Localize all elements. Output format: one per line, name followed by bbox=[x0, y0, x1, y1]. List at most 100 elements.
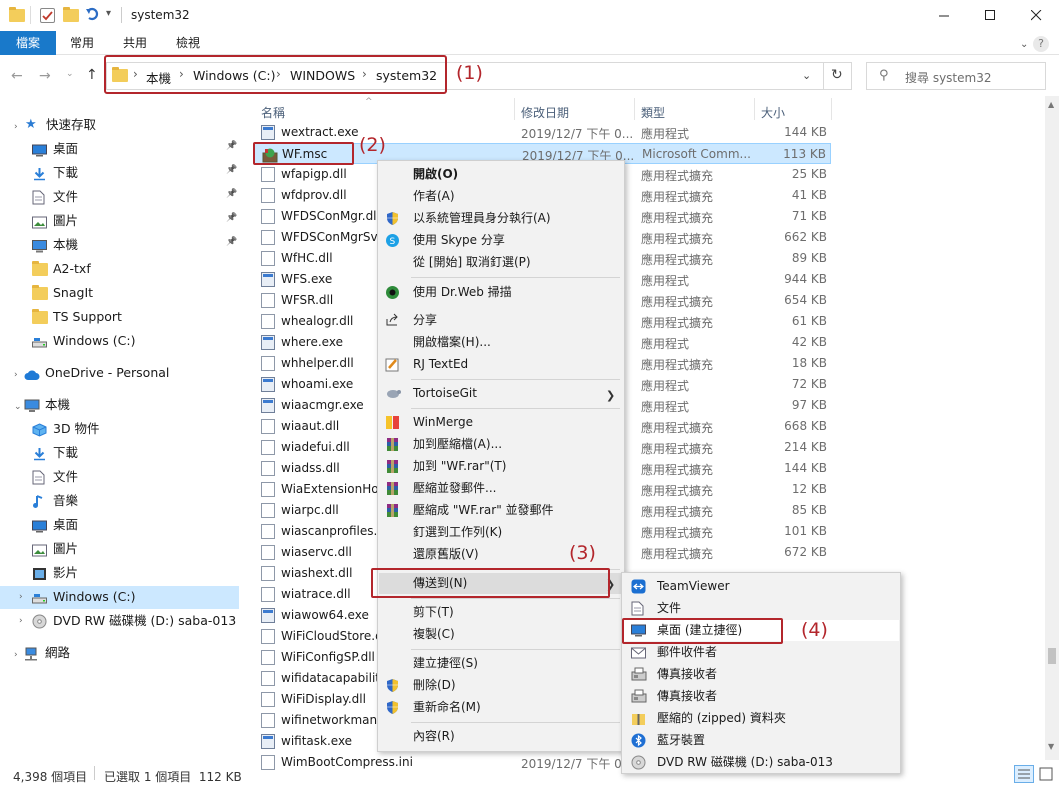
expand-chevron-icon[interactable]: ⌄ bbox=[14, 402, 22, 412]
large-icons-view-icon[interactable] bbox=[1039, 767, 1053, 781]
context-menu-item[interactable]: 從 [開始] 取消釘選(P) bbox=[379, 252, 623, 273]
scroll-up-icon[interactable]: ▲ bbox=[1048, 100, 1054, 109]
music-icon bbox=[32, 494, 47, 508]
maximize-button[interactable] bbox=[967, 0, 1013, 31]
fax-icon bbox=[631, 667, 647, 682]
annotation-box-4 bbox=[622, 618, 783, 644]
forward-icon[interactable]: → bbox=[39, 68, 51, 84]
recent-locations-icon[interactable]: ⌄ bbox=[66, 69, 74, 79]
properties-icon[interactable] bbox=[40, 8, 55, 23]
context-menu-item[interactable]: 內容(R) bbox=[379, 726, 623, 747]
refresh-icon[interactable]: ↻ bbox=[831, 67, 843, 83]
pin-icon[interactable]: 📌 bbox=[226, 237, 237, 247]
context-menu-item[interactable]: 剪下(T) bbox=[379, 602, 623, 623]
sendto-item[interactable]: 傳真接收者 bbox=[623, 686, 899, 707]
file-row[interactable]: wextract.exe 2019/12/7 下午 0... 應用程式 144 KB bbox=[254, 122, 831, 143]
dll-file-icon bbox=[261, 209, 275, 224]
network-icon bbox=[24, 646, 39, 661]
context-menu-item[interactable]: 刪除(D) bbox=[379, 675, 623, 696]
sendto-item[interactable]: 文件 bbox=[623, 598, 899, 619]
scroll-thumb[interactable] bbox=[1048, 648, 1056, 664]
file-type: 應用程式 bbox=[641, 379, 690, 393]
file-size: 113 KB bbox=[783, 147, 826, 161]
submenu-arrow-icon: ❯ bbox=[606, 389, 616, 402]
mail-icon bbox=[631, 645, 647, 660]
context-menu-item[interactable]: 壓縮成 "WF.rar" 並發郵件 bbox=[379, 500, 623, 521]
tortoisegit-icon bbox=[385, 386, 401, 401]
context-menu-item[interactable]: 加到 "WF.rar"(T) bbox=[379, 456, 623, 477]
undo-icon[interactable] bbox=[85, 6, 101, 25]
search-input[interactable]: ⚲ 搜尋 system32 bbox=[866, 62, 1046, 90]
file-size: 72 KB bbox=[791, 377, 827, 391]
ribbon-tabs: 檔案 常用 共用 檢視 ⌄ ? bbox=[0, 31, 1059, 55]
column-header-date[interactable]: 修改日期 bbox=[521, 104, 569, 121]
sendto-item[interactable]: 郵件收件者 bbox=[623, 642, 899, 663]
tab-home[interactable]: 常用 bbox=[58, 31, 106, 55]
sort-indicator-icon: ^ bbox=[365, 97, 373, 107]
dll-file-icon bbox=[261, 356, 275, 371]
pin-icon[interactable]: 📌 bbox=[226, 141, 237, 151]
file-size: 12 KB bbox=[791, 482, 827, 496]
close-button[interactable] bbox=[1013, 0, 1059, 31]
tab-share[interactable]: 共用 bbox=[111, 31, 159, 55]
file-name: WiFiConfigSP.dll bbox=[281, 650, 375, 664]
sendto-item[interactable]: DVD RW 磁碟機 (D:) saba-013 bbox=[623, 752, 899, 773]
context-menu-item[interactable]: 分享 bbox=[379, 310, 623, 331]
context-menu-item[interactable]: 重新命名(M) bbox=[379, 697, 623, 718]
sendto-item[interactable]: 藍牙裝置 bbox=[623, 730, 899, 751]
sendto-item[interactable]: 壓縮的 (zipped) 資料夾 bbox=[623, 708, 899, 729]
expand-chevron-icon[interactable]: › bbox=[14, 370, 18, 380]
context-menu-item[interactable]: S 使用 Skype 分享 bbox=[379, 230, 623, 251]
file-name: WFS.exe bbox=[281, 272, 333, 286]
file-name: wfdprov.dll bbox=[281, 188, 347, 202]
context-menu-item[interactable]: 開啟檔案(H)... bbox=[379, 332, 623, 353]
expand-ribbon-icon[interactable]: ⌄ bbox=[1020, 39, 1028, 50]
expand-chevron-icon[interactable]: › bbox=[19, 592, 23, 602]
context-menu-item[interactable]: 複製(C) bbox=[379, 624, 623, 645]
file-size: 61 KB bbox=[791, 314, 827, 328]
pin-icon[interactable]: 📌 bbox=[226, 165, 237, 175]
file-type: 應用程式擴充 bbox=[641, 463, 714, 477]
context-menu-item[interactable]: 釘選到工作列(K) bbox=[379, 522, 623, 543]
context-menu-item[interactable]: RJ TextEd bbox=[379, 354, 623, 375]
context-menu-item[interactable]: 使用 Dr.Web 掃描 bbox=[379, 282, 623, 303]
pin-icon[interactable]: 📌 bbox=[226, 213, 237, 223]
address-dropdown-icon[interactable]: ⌄ bbox=[802, 69, 811, 82]
context-menu-item[interactable]: 壓縮並發郵件... bbox=[379, 478, 623, 499]
context-menu-item[interactable]: 開啟(O) bbox=[379, 164, 623, 185]
up-icon[interactable]: ↑ bbox=[86, 67, 98, 83]
expand-chevron-icon[interactable]: › bbox=[19, 616, 23, 626]
file-name: WfHC.dll bbox=[281, 251, 333, 265]
column-header-type[interactable]: 類型 bbox=[641, 104, 665, 121]
context-menu-item[interactable]: 以系統管理員身分執行(A) bbox=[379, 208, 623, 229]
context-menu-item[interactable]: 加到壓縮檔(A)... bbox=[379, 434, 623, 455]
annotation-label-3: (3) bbox=[569, 542, 596, 564]
back-icon[interactable]: ← bbox=[11, 68, 23, 84]
vertical-scrollbar[interactable]: ▲ ▼ bbox=[1045, 96, 1059, 760]
sendto-item[interactable]: TeamViewer bbox=[623, 576, 899, 597]
column-header-size[interactable]: 大小 bbox=[761, 104, 785, 121]
folder-icon bbox=[9, 7, 25, 22]
context-menu-item[interactable]: 建立捷徑(S) bbox=[379, 653, 623, 674]
context-menu-item[interactable]: WinMerge bbox=[379, 412, 623, 433]
folder-icon bbox=[32, 261, 48, 276]
expand-chevron-icon[interactable]: › bbox=[14, 122, 18, 132]
new-folder-icon[interactable] bbox=[63, 7, 79, 22]
details-view-icon[interactable] bbox=[1014, 765, 1034, 783]
scroll-down-icon[interactable]: ▼ bbox=[1048, 742, 1054, 751]
tab-file[interactable]: 檔案 bbox=[0, 31, 56, 55]
help-icon[interactable]: ? bbox=[1033, 36, 1049, 52]
expand-chevron-icon[interactable]: › bbox=[14, 650, 18, 660]
pin-icon[interactable]: 📌 bbox=[226, 189, 237, 199]
customize-qat-icon[interactable]: ▾ bbox=[106, 8, 111, 19]
dvd-icon bbox=[32, 614, 47, 629]
annotation-label-4: (4) bbox=[801, 619, 828, 641]
context-menu-item[interactable]: TortoiseGit bbox=[379, 383, 623, 404]
column-header-name[interactable]: 名稱 bbox=[261, 104, 285, 121]
share-icon bbox=[385, 313, 401, 328]
minimize-button[interactable] bbox=[921, 0, 967, 31]
tab-view[interactable]: 檢視 bbox=[164, 31, 212, 55]
drive-icon bbox=[32, 334, 47, 348]
context-menu-item[interactable]: 作者(A) bbox=[379, 186, 623, 207]
sendto-item[interactable]: 傳真接收者 bbox=[623, 664, 899, 685]
